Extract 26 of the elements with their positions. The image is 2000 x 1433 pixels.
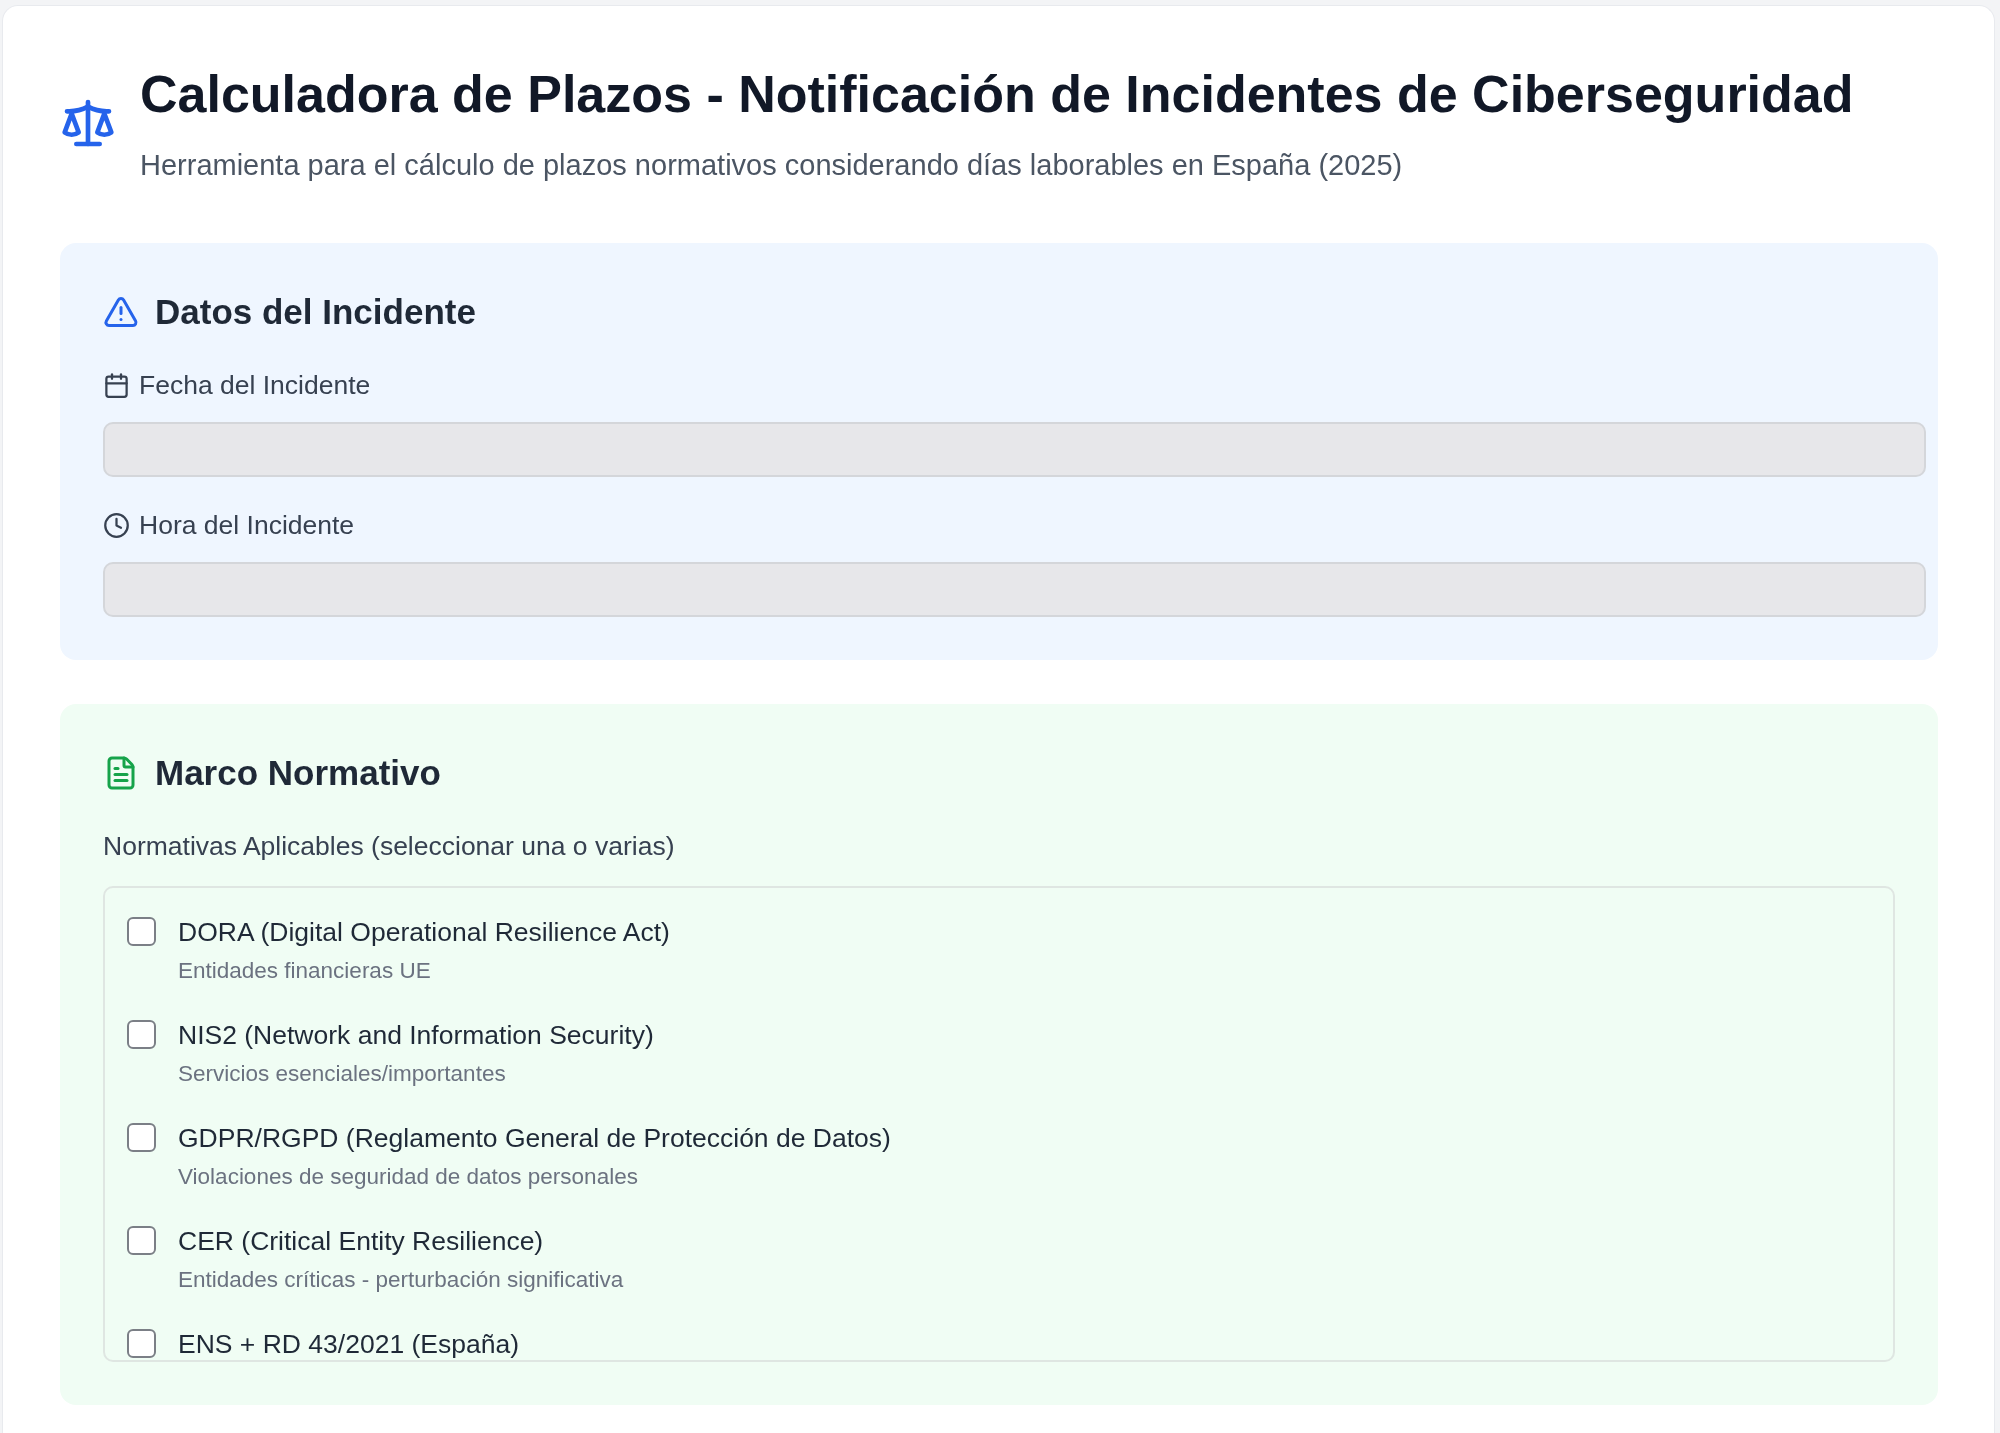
field-label: Hora del Incidente <box>139 509 355 541</box>
section-heading: Marco Normativo <box>155 752 441 794</box>
option-title: GDPR/RGPD (Reglamento General de Protección de Datos) <box>178 1122 891 1155</box>
field-label: Normativas Aplicables (seleccionar una o varias) <box>103 830 676 862</box>
page-subtitle: Herramienta para el cálculo de plazos normativos considerando días laborables en España (2025) <box>140 148 1404 183</box>
option-description: Entidades financieras UE <box>178 957 432 985</box>
calendar-icon <box>103 371 130 399</box>
option-description: Servicios esenciales/importantes <box>178 1060 507 1088</box>
clock-icon <box>103 511 130 539</box>
option-title: NIS2 (Network and Information Security) <box>178 1019 654 1052</box>
checkbox[interactable] <box>127 1123 156 1152</box>
field-label: Fecha del Incidente <box>139 369 371 401</box>
checkbox[interactable] <box>127 1020 156 1049</box>
section-heading: Datos del Incidente <box>155 291 476 333</box>
page-title: Calculadora de Plazos - Notificación de Incidentes de Ciberseguridad <box>140 64 1854 125</box>
input-field[interactable] <box>103 422 1926 477</box>
option-description: Entidades críticas - perturbación significativa <box>178 1266 624 1294</box>
option-description: Violaciones de seguridad de datos personales <box>178 1163 639 1191</box>
checkbox[interactable] <box>127 1329 156 1358</box>
option-title: DORA (Digital Operational Resilience Act) <box>178 916 670 949</box>
warning-icon <box>103 294 139 330</box>
option-title: ENS + RD 43/2021 (España) <box>178 1328 519 1360</box>
checkbox[interactable] <box>127 1226 156 1255</box>
option-title: CER (Critical Entity Resilience) <box>178 1225 545 1258</box>
checkbox[interactable] <box>127 917 156 946</box>
input-field[interactable] <box>103 562 1926 617</box>
